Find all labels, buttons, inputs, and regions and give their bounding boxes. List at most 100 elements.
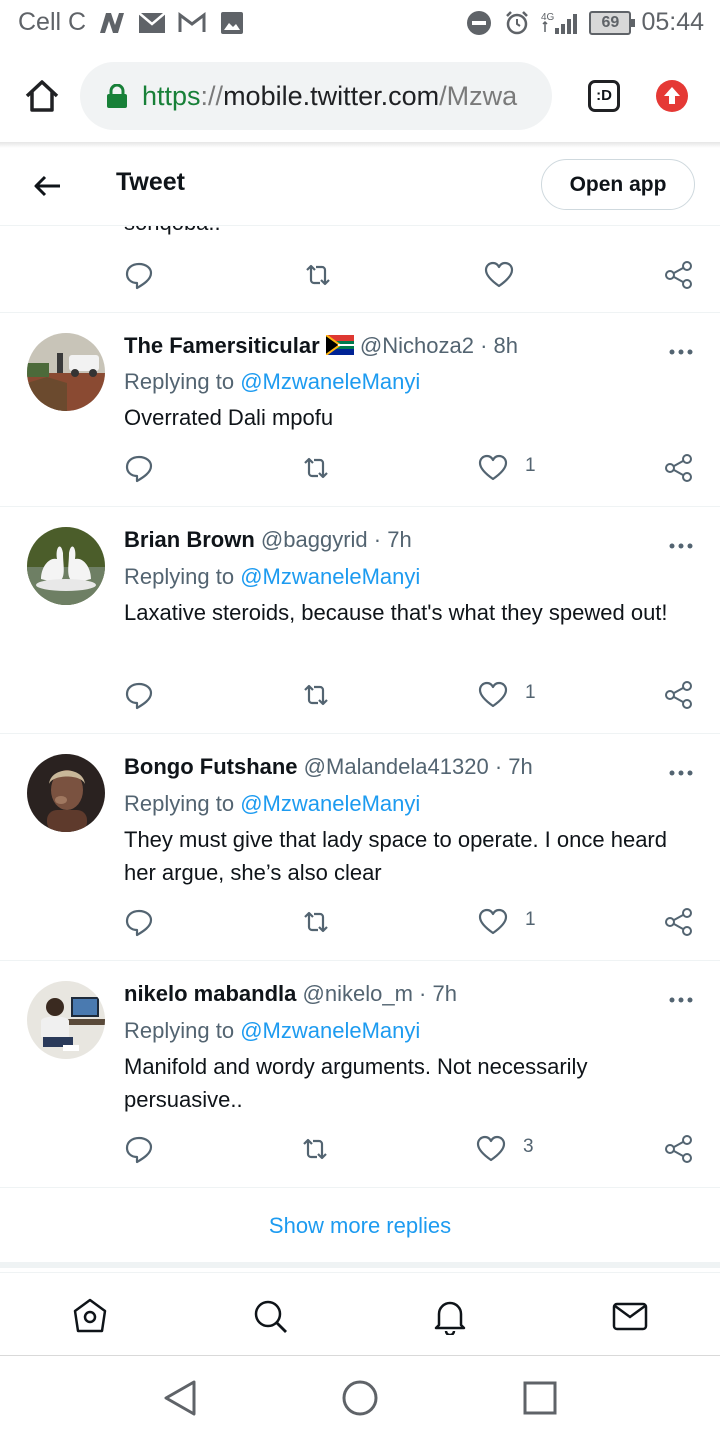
south-africa-flag-icon bbox=[325, 334, 354, 356]
open-app-button[interactable]: Open app bbox=[541, 159, 695, 210]
tweet-actions: 1 bbox=[0, 907, 720, 941]
tweet-text: Manifold and wordy arguments. Not necess… bbox=[124, 1054, 588, 1112]
tweet-text: Overrated Dali mpofu bbox=[124, 405, 334, 430]
bottom-tab-bar bbox=[0, 1272, 720, 1356]
avatar[interactable] bbox=[27, 754, 105, 832]
mention-link[interactable]: @MzwaneleManyi bbox=[240, 791, 420, 816]
retweet-icon[interactable] bbox=[303, 260, 333, 290]
dnd-icon bbox=[465, 10, 493, 36]
reply-tweet[interactable]: nikelo mabandla @nikelo_m · 7h Replying … bbox=[0, 961, 720, 1188]
battery-indicator: 69 bbox=[589, 10, 636, 35]
share-icon[interactable] bbox=[664, 907, 694, 937]
upload-arrow-icon bbox=[664, 87, 680, 104]
home-circle-icon[interactable] bbox=[340, 1378, 380, 1418]
retweet-icon[interactable] bbox=[301, 907, 331, 937]
partial-tweet-text: sonqoba.. bbox=[124, 226, 221, 236]
author-name[interactable]: nikelo mabandla bbox=[124, 981, 296, 1006]
author-name[interactable]: Brian Brown bbox=[124, 527, 255, 552]
avatar[interactable] bbox=[27, 333, 105, 411]
share-icon[interactable] bbox=[664, 453, 694, 483]
avatar[interactable] bbox=[27, 981, 105, 1059]
back-triangle-icon[interactable] bbox=[160, 1378, 200, 1418]
gmail-icon bbox=[178, 10, 206, 36]
tweet-page-header: Tweet Open app bbox=[0, 148, 720, 226]
partial-tweet: sonqoba.. bbox=[0, 226, 720, 313]
lock-icon bbox=[106, 83, 128, 108]
retweet-icon[interactable] bbox=[300, 1134, 330, 1164]
replying-to-label: Replying to bbox=[124, 369, 235, 394]
reply-tweet[interactable]: The Famersiticular @Nichoza2 · 8h Replyi… bbox=[0, 313, 720, 507]
tweet-time: · 8h bbox=[480, 333, 518, 358]
tweet-actions bbox=[0, 260, 720, 294]
show-more-replies-link[interactable]: Show more replies bbox=[0, 1190, 720, 1268]
reply-icon[interactable] bbox=[124, 1134, 154, 1164]
more-options-icon[interactable] bbox=[668, 992, 694, 1003]
url-separator: :// bbox=[200, 80, 224, 111]
alarm-icon bbox=[503, 10, 531, 36]
like-count: 1 bbox=[525, 682, 536, 703]
status-bar: Cell C 4G 69 05:44 bbox=[0, 0, 720, 48]
tweet-time: · 7h bbox=[494, 754, 533, 779]
mention-link[interactable]: @MzwaneleManyi bbox=[240, 369, 420, 394]
mention-link[interactable]: @MzwaneleManyi bbox=[240, 1018, 420, 1043]
address-bar[interactable]: https://mobile.twitter.com/Mzwa bbox=[80, 62, 552, 130]
reply-icon[interactable] bbox=[124, 907, 154, 937]
status-right: 4G 69 05:44 bbox=[465, 8, 704, 37]
tweet-actions: 3 bbox=[0, 1134, 720, 1168]
author-name[interactable]: The Famersiticular bbox=[124, 333, 320, 358]
replying-to-label: Replying to bbox=[124, 1018, 235, 1043]
back-arrow-icon[interactable] bbox=[30, 168, 66, 204]
author-handle[interactable]: @nikelo_m bbox=[303, 981, 413, 1006]
tweet-actions: 1 bbox=[0, 453, 720, 487]
like-heart-icon[interactable] bbox=[478, 680, 508, 710]
home-icon[interactable] bbox=[71, 1297, 109, 1335]
like-heart-icon[interactable] bbox=[476, 1134, 506, 1164]
like-heart-icon[interactable] bbox=[484, 260, 514, 290]
browser-home-icon[interactable] bbox=[22, 76, 62, 116]
email-icon bbox=[138, 10, 166, 36]
mention-link[interactable]: @MzwaneleManyi bbox=[240, 564, 420, 589]
share-icon[interactable] bbox=[664, 680, 694, 710]
like-count: 1 bbox=[525, 909, 536, 930]
replying-to: Replying to @MzwaneleManyi bbox=[124, 564, 420, 590]
tab-switcher-button[interactable]: :D bbox=[588, 80, 620, 112]
more-options-icon[interactable] bbox=[668, 538, 694, 549]
tweet-header: Brian Brown @baggyrid · 7h bbox=[124, 527, 412, 553]
replying-to: Replying to @MzwaneleManyi bbox=[124, 1018, 420, 1044]
author-handle[interactable]: @baggyrid bbox=[261, 527, 368, 552]
tweet-header: The Famersiticular @Nichoza2 · 8h bbox=[124, 333, 518, 359]
author-name[interactable]: Bongo Futshane bbox=[124, 754, 298, 779]
reply-icon[interactable] bbox=[124, 680, 154, 710]
author-handle[interactable]: @Nichoza2 bbox=[360, 333, 474, 358]
reply-tweet[interactable]: Bongo Futshane @Malandela41320 · 7h Repl… bbox=[0, 734, 720, 961]
status-left: Cell C bbox=[18, 8, 246, 37]
like-heart-icon[interactable] bbox=[478, 453, 508, 483]
author-handle[interactable]: @Malandela41320 bbox=[304, 754, 489, 779]
tweet-header: nikelo mabandla @nikelo_m · 7h bbox=[124, 981, 457, 1007]
avatar[interactable] bbox=[27, 527, 105, 605]
tweet-header: Bongo Futshane @Malandela41320 · 7h bbox=[124, 754, 533, 780]
messages-envelope-icon[interactable] bbox=[611, 1297, 649, 1335]
search-icon[interactable] bbox=[251, 1297, 289, 1335]
page-title: Tweet bbox=[116, 168, 185, 196]
reply-icon[interactable] bbox=[124, 453, 154, 483]
reply-icon[interactable] bbox=[124, 260, 154, 290]
like-heart-icon[interactable] bbox=[478, 907, 508, 937]
retweet-icon[interactable] bbox=[301, 453, 331, 483]
more-options-icon[interactable] bbox=[668, 765, 694, 776]
signal-icon: 4G bbox=[541, 10, 579, 36]
more-options-icon[interactable] bbox=[668, 344, 694, 355]
reply-tweet[interactable]: Brian Brown @baggyrid · 7h Replying to @… bbox=[0, 507, 720, 734]
share-icon[interactable] bbox=[664, 260, 694, 290]
tweet-actions: 1 bbox=[0, 680, 720, 714]
share-icon[interactable] bbox=[664, 1134, 694, 1164]
clock: 05:44 bbox=[641, 8, 704, 36]
replying-to-label: Replying to bbox=[124, 791, 235, 816]
upload-button[interactable] bbox=[656, 80, 688, 112]
notifications-bell-icon[interactable] bbox=[431, 1297, 469, 1337]
retweet-icon[interactable] bbox=[301, 680, 331, 710]
recents-square-icon[interactable] bbox=[520, 1378, 560, 1418]
url-scheme: https bbox=[142, 80, 201, 111]
replying-to-label: Replying to bbox=[124, 564, 235, 589]
tweet-time: · 7h bbox=[419, 981, 457, 1006]
